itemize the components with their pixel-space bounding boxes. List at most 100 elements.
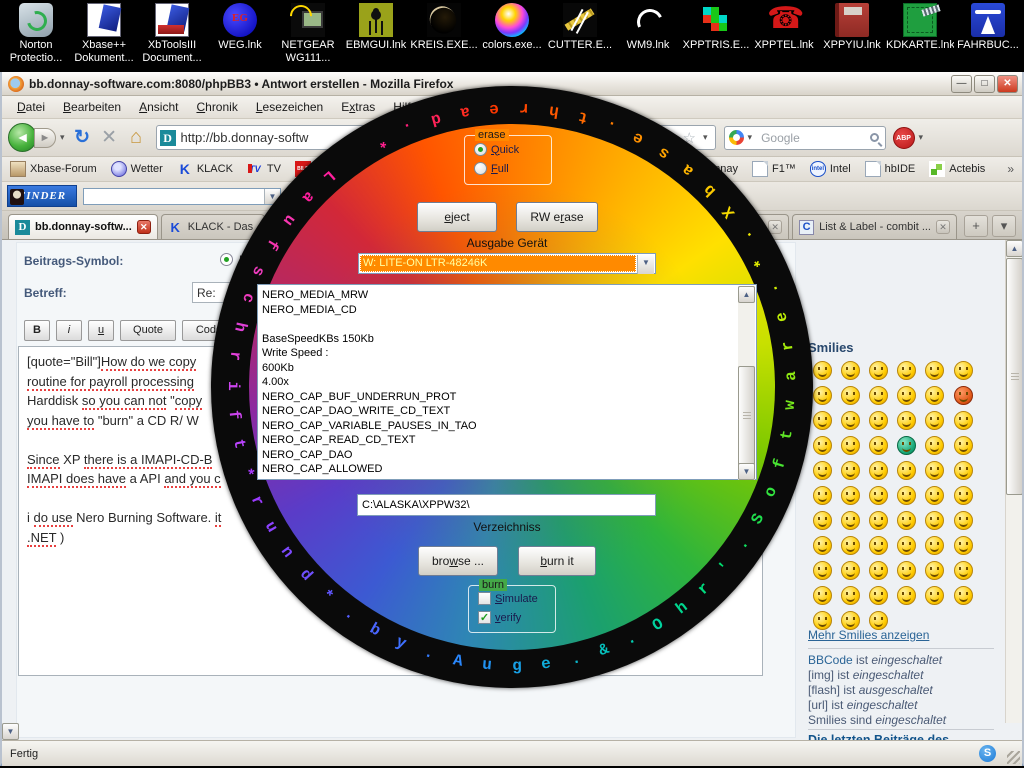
- smiley-icon[interactable]: [954, 411, 973, 430]
- smiley-icon[interactable]: [897, 561, 916, 580]
- smiley-icon[interactable]: [869, 561, 888, 580]
- smiley-icon[interactable]: [869, 436, 888, 455]
- smiley-icon[interactable]: [897, 436, 916, 455]
- adblock-dropdown-icon[interactable]: ▾: [915, 132, 928, 143]
- format-button-u[interactable]: u: [88, 320, 114, 341]
- menu-item[interactable]: Ansicht: [130, 98, 187, 116]
- reload-icon[interactable]: ↻: [69, 126, 96, 149]
- desktop-icon[interactable]: NETGEARWG111...: [274, 2, 342, 65]
- skype-status-icon[interactable]: S: [979, 745, 996, 762]
- smiley-icon[interactable]: [869, 386, 888, 405]
- stop-icon[interactable]: ✕: [96, 126, 123, 149]
- bookmark-item[interactable]: Actebis: [929, 161, 985, 177]
- smiley-icon[interactable]: [897, 536, 916, 555]
- desktop-icon[interactable]: XPPTRIS.E...: [682, 2, 750, 52]
- smiley-icon[interactable]: [897, 486, 916, 505]
- scrollbar-thumb[interactable]: [1006, 258, 1022, 495]
- smiley-icon[interactable]: [869, 361, 888, 380]
- smiley-icon[interactable]: [897, 361, 916, 380]
- rw-erase-button[interactable]: RW erase: [516, 202, 598, 232]
- smiley-icon[interactable]: [869, 536, 888, 555]
- forward-button[interactable]: ►: [34, 128, 56, 148]
- chevron-down-icon[interactable]: ▼: [637, 255, 654, 274]
- back-button[interactable]: ◄: [8, 123, 37, 152]
- home-icon[interactable]: ⌂: [123, 126, 150, 149]
- smiley-icon[interactable]: [841, 511, 860, 530]
- bookmark-item[interactable]: Wetter: [111, 161, 163, 177]
- quick-radio[interactable]: Quick: [474, 143, 519, 156]
- smiley-icon[interactable]: [925, 511, 944, 530]
- resize-grip[interactable]: [1007, 751, 1020, 764]
- scroll-down-icon[interactable]: ▼: [2, 723, 19, 740]
- smiley-icon[interactable]: [897, 386, 916, 405]
- smiley-icon[interactable]: [841, 361, 860, 380]
- smiley-icon[interactable]: [925, 386, 944, 405]
- smiley-icon[interactable]: [954, 536, 973, 555]
- desktop-icon[interactable]: NortonProtectio...: [2, 2, 70, 65]
- smiley-icon[interactable]: [925, 536, 944, 555]
- smiley-icon[interactable]: [954, 561, 973, 580]
- bookmarks-overflow-icon[interactable]: »: [1007, 162, 1014, 176]
- smiley-icon[interactable]: [954, 361, 973, 380]
- new-tab-button[interactable]: +: [964, 215, 988, 237]
- page-scrollbar[interactable]: ▲: [1005, 240, 1022, 723]
- smiley-icon[interactable]: [925, 361, 944, 380]
- bookmark-item[interactable]: intelIntel: [810, 161, 851, 177]
- smiley-icon[interactable]: [925, 561, 944, 580]
- smiley-icon[interactable]: [841, 586, 860, 605]
- smiley-icon[interactable]: [813, 561, 832, 580]
- smiley-icon[interactable]: [897, 586, 916, 605]
- simulate-checkbox[interactable]: Simulate: [478, 592, 538, 605]
- smiley-icon[interactable]: [897, 411, 916, 430]
- format-button-i[interactable]: i: [56, 320, 82, 341]
- burn-it-button[interactable]: burn it: [518, 546, 596, 576]
- desktop-icon[interactable]: XbToolsIIIDocument...: [138, 2, 206, 65]
- smiley-icon[interactable]: [813, 511, 832, 530]
- smiley-icon[interactable]: [841, 436, 860, 455]
- smiley-icon[interactable]: [841, 561, 860, 580]
- smiley-icon[interactable]: [869, 461, 888, 480]
- bbcode-link[interactable]: BBCode: [808, 653, 853, 667]
- desktop-icon[interactable]: EBMGUI.lnk: [342, 2, 410, 52]
- listbox-scrollbar[interactable]: ▲ ▼: [738, 286, 755, 480]
- desktop-icon[interactable]: colors.exe...: [478, 2, 546, 52]
- format-button-b[interactable]: B: [24, 320, 50, 341]
- history-dropdown-icon[interactable]: ▾: [56, 132, 69, 143]
- scroll-up-icon[interactable]: ▲: [1006, 240, 1022, 257]
- desktop-icon[interactable]: WM9.lnk: [614, 2, 682, 52]
- smiley-icon[interactable]: [841, 536, 860, 555]
- smiley-icon[interactable]: [869, 511, 888, 530]
- verify-checkbox[interactable]: ✓ verify: [478, 611, 521, 624]
- desktop-icon[interactable]: XPPTEL.lnk: [750, 2, 818, 52]
- device-info-listbox[interactable]: NERO_MEDIA_MRWNERO_MEDIA_CD BaseSpeedKBs…: [257, 284, 757, 480]
- smiley-icon[interactable]: [841, 386, 860, 405]
- more-smilies-link[interactable]: Mehr Smilies anzeigen: [808, 628, 929, 642]
- directory-path-input[interactable]: [357, 494, 656, 516]
- close-icon[interactable]: ✕: [936, 220, 950, 234]
- smiley-icon[interactable]: [813, 461, 832, 480]
- smiley-icon[interactable]: [869, 411, 888, 430]
- close-button[interactable]: ✕: [997, 75, 1018, 93]
- smiley-icon[interactable]: [954, 586, 973, 605]
- smiley-icon[interactable]: [925, 436, 944, 455]
- desktop-icon[interactable]: Xbase++Dokument...: [70, 2, 138, 65]
- smiley-icon[interactable]: [897, 461, 916, 480]
- smiley-icon[interactable]: [869, 586, 888, 605]
- maximize-button[interactable]: □: [974, 75, 995, 93]
- menu-item[interactable]: Datei: [8, 98, 54, 116]
- scroll-down-icon[interactable]: ▼: [738, 463, 755, 480]
- smiley-icon[interactable]: [813, 361, 832, 380]
- smiley-icon[interactable]: [954, 386, 973, 405]
- smiley-icon[interactable]: [954, 511, 973, 530]
- desktop-icon[interactable]: FAHRBUC...: [954, 2, 1022, 52]
- minimize-button[interactable]: —: [951, 75, 972, 93]
- tab-3[interactable]: CList & Label - combit ...✕: [792, 214, 957, 239]
- desktop-icon[interactable]: KREIS.EXE...: [410, 2, 478, 52]
- bookmark-item[interactable]: Xbase-Forum: [10, 161, 97, 177]
- smiley-icon[interactable]: [813, 586, 832, 605]
- desktop-icon[interactable]: XPPYIU.lnk: [818, 2, 886, 52]
- smiley-icon[interactable]: [813, 436, 832, 455]
- adblock-icon[interactable]: ABP: [893, 127, 915, 149]
- full-radio[interactable]: Full: [474, 162, 509, 175]
- desktop-icon[interactable]: KDKARTE.lnk: [886, 2, 954, 52]
